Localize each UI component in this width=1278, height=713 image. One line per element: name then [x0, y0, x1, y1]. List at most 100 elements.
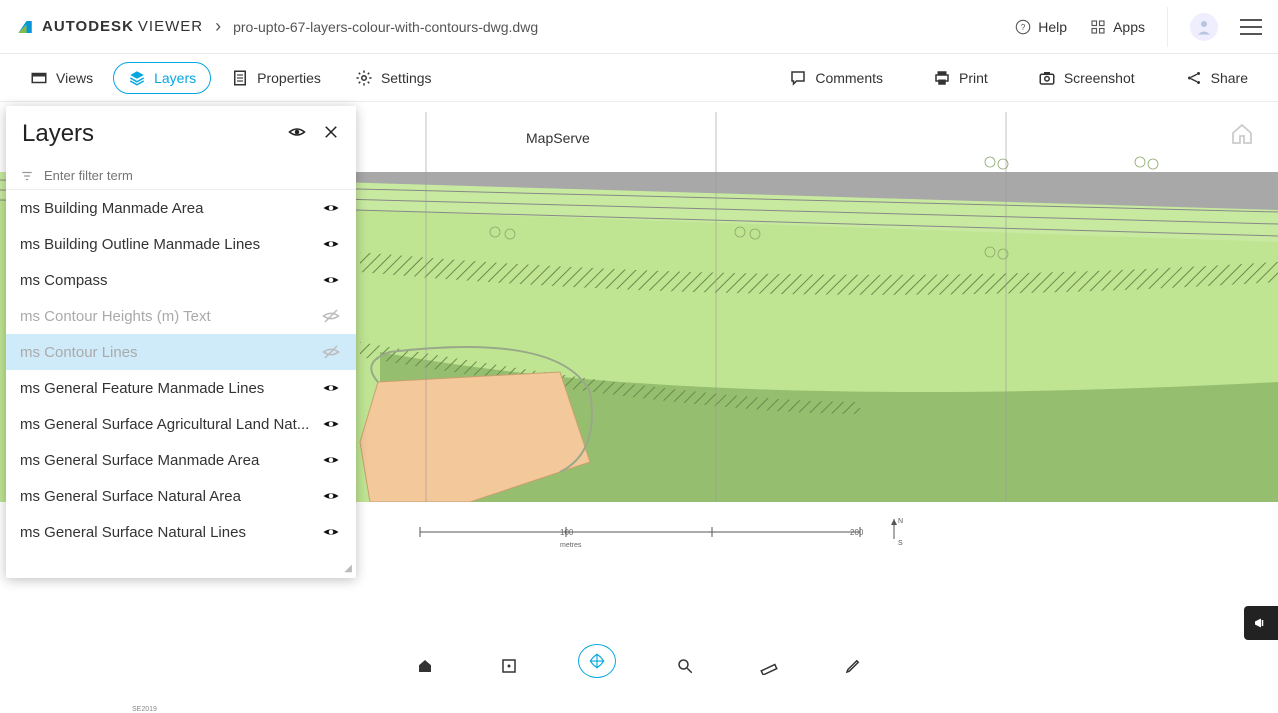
pan-icon: [588, 652, 606, 670]
layers-tab[interactable]: Layers: [113, 62, 211, 94]
panel-header: Layers: [6, 106, 356, 162]
visibility-off-button[interactable]: [320, 307, 342, 325]
visibility-on-button[interactable]: [320, 271, 342, 289]
comments-button[interactable]: Comments: [775, 63, 897, 93]
properties-icon: [231, 69, 249, 87]
visibility-on-button[interactable]: [320, 235, 342, 253]
views-label: Views: [56, 70, 93, 86]
layer-label: ms Building Manmade Area: [20, 200, 320, 217]
filter-row: [6, 162, 356, 190]
close-panel-button[interactable]: [322, 123, 340, 146]
brand-text: AUTODESK VIEWER: [42, 18, 203, 35]
share-button[interactable]: Share: [1171, 63, 1262, 93]
layer-item[interactable]: ms General Surface Manmade Area: [6, 442, 356, 478]
camera-icon: [1038, 69, 1056, 87]
gear-icon: [355, 69, 373, 87]
eye-icon: [322, 199, 340, 217]
breadcrumb-sep: ›: [215, 16, 221, 37]
eye-icon: [322, 415, 340, 433]
visibility-on-button[interactable]: [320, 451, 342, 469]
layer-label: ms General Surface Manmade Area: [20, 452, 320, 469]
visibility-on-button[interactable]: [320, 487, 342, 505]
comments-label: Comments: [815, 70, 883, 86]
layers-icon: [128, 69, 146, 87]
visibility-on-button[interactable]: [320, 523, 342, 541]
layer-item[interactable]: ms General Feature Manmade Lines: [6, 370, 356, 406]
eye-icon: [322, 379, 340, 397]
fit-tool[interactable]: [494, 654, 524, 678]
layer-item[interactable]: ms Compass: [6, 262, 356, 298]
screenshot-label: Screenshot: [1064, 70, 1135, 86]
help-button[interactable]: ? Help: [1014, 18, 1067, 36]
markup-tool[interactable]: [838, 654, 868, 678]
viewer-bottom-toolbar: [0, 652, 1278, 680]
scale-unit-label: metres: [560, 542, 581, 549]
screenshot-button[interactable]: Screenshot: [1024, 63, 1149, 93]
main-toolbar: Views Layers Properties Settings Comment…: [0, 54, 1278, 102]
layer-item[interactable]: ms General Surface Natural Area: [6, 478, 356, 514]
print-label: Print: [959, 70, 988, 86]
layer-label: ms General Surface Natural Area: [20, 488, 320, 505]
layer-label: ms Contour Lines: [20, 344, 320, 361]
header-divider: [1167, 7, 1168, 47]
autodesk-logo-icon: [16, 18, 34, 36]
visibility-on-button[interactable]: [320, 379, 342, 397]
filename: pro-upto-67-layers-colour-with-contours-…: [233, 19, 538, 35]
layer-list[interactable]: ms Building Manmade Area ms Building Outl…: [6, 190, 356, 578]
layers-label: Layers: [154, 70, 196, 86]
brand-name: AUTODESK: [42, 18, 134, 35]
apps-label: Apps: [1113, 19, 1145, 35]
map-title-label: MapServe: [526, 130, 590, 146]
ruler-icon: [760, 657, 778, 675]
layer-label: ms General Surface Agricultural Land Nat…: [20, 416, 320, 433]
properties-label: Properties: [257, 70, 321, 86]
layer-item[interactable]: ms General Surface Natural Lines: [6, 514, 356, 550]
compass-n: N: [898, 518, 903, 525]
layer-item[interactable]: ms Contour Heights (m) Text: [6, 298, 356, 334]
close-icon: [322, 123, 340, 141]
visibility-on-button[interactable]: [320, 415, 342, 433]
settings-tab[interactable]: Settings: [341, 63, 446, 93]
print-button[interactable]: Print: [919, 63, 1002, 93]
zoom-icon: [676, 657, 694, 675]
layers-panel: Layers ms Building Manmade Areams Buildi…: [6, 106, 356, 578]
zoom-tool[interactable]: [670, 654, 700, 678]
layer-label: ms General Feature Manmade Lines: [20, 380, 320, 397]
layer-item[interactable]: ms Contour Lines: [6, 334, 356, 370]
share-label: Share: [1211, 70, 1248, 86]
eye-off-icon: [322, 307, 340, 325]
apps-button[interactable]: Apps: [1089, 18, 1145, 36]
eye-icon: [322, 487, 340, 505]
home-view-button[interactable]: [1230, 122, 1254, 151]
eye-icon: [322, 451, 340, 469]
filter-input[interactable]: [44, 168, 342, 183]
layer-item[interactable]: ms Building Manmade Area: [6, 190, 356, 226]
properties-tab[interactable]: Properties: [217, 63, 335, 93]
visibility-off-button[interactable]: [320, 343, 342, 361]
share-icon: [1185, 69, 1203, 87]
views-tab[interactable]: Views: [16, 63, 107, 93]
views-icon: [30, 69, 48, 87]
measure-tool[interactable]: [754, 654, 784, 678]
fit-icon: [500, 657, 518, 675]
toggle-all-visibility-button[interactable]: [288, 123, 306, 146]
resize-grip[interactable]: ◢: [344, 563, 352, 574]
eye-icon: [288, 123, 306, 141]
layer-item[interactable]: ms General Surface Agricultural Land Nat…: [6, 406, 356, 442]
eye-icon: [322, 235, 340, 253]
menu-button[interactable]: [1240, 19, 1262, 35]
layer-label: ms Building Outline Manmade Lines: [20, 236, 320, 253]
home-icon: [416, 657, 434, 675]
app-header: AUTODESK VIEWER › pro-upto-67-layers-col…: [0, 0, 1278, 54]
user-avatar[interactable]: [1190, 13, 1218, 41]
help-label: Help: [1038, 19, 1067, 35]
layer-item[interactable]: ms Building Outline Manmade Lines: [6, 226, 356, 262]
pan-tool[interactable]: [578, 644, 616, 678]
settings-label: Settings: [381, 70, 432, 86]
feedback-button[interactable]: [1244, 606, 1278, 640]
visibility-on-button[interactable]: [320, 199, 342, 217]
product-name: VIEWER: [138, 18, 203, 35]
filter-icon: [20, 169, 34, 183]
panel-title: Layers: [22, 120, 94, 148]
home-tool[interactable]: [410, 654, 440, 678]
